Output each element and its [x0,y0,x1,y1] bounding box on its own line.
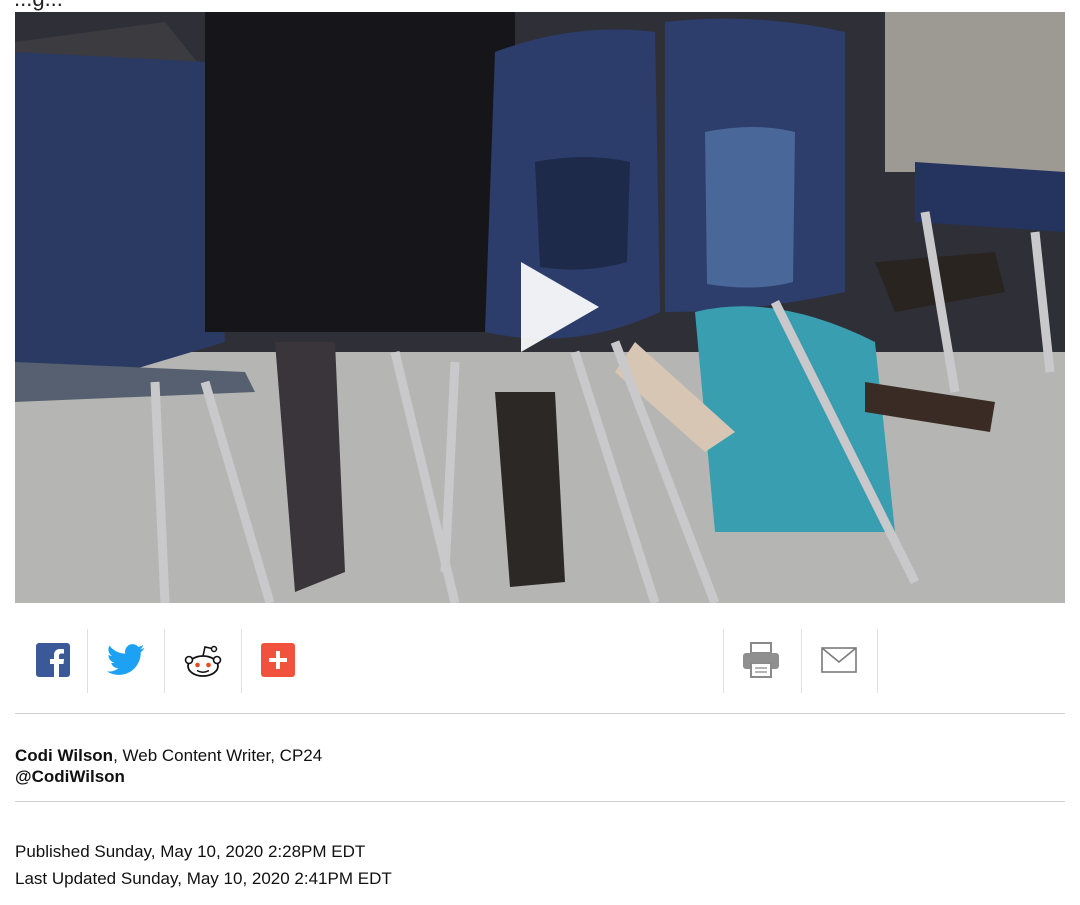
divider-bottom [15,801,1065,802]
reddit-icon [184,645,222,677]
author-title: , Web Content Writer, CP24 [113,746,323,765]
twitter-icon [107,644,145,675]
email-icon [821,647,857,673]
print-button[interactable] [723,627,799,693]
reddit-share-button[interactable] [165,627,241,693]
author-twitter-handle[interactable]: @CodiWilson [15,767,125,786]
facebook-share-button[interactable] [15,627,91,693]
updated-date: Last Updated Sunday, May 10, 2020 2:41PM… [15,869,392,888]
facebook-icon [36,643,70,677]
twitter-share-button[interactable] [88,627,164,693]
plus-icon [261,643,295,677]
divider-top [15,713,1065,714]
email-button[interactable] [801,627,877,693]
share-toolbar [15,627,1065,693]
author-byline: Codi Wilson, Web Content Writer, CP24 @C… [15,745,322,787]
author-line: Codi Wilson, Web Content Writer, CP24 [15,745,322,766]
more-share-button[interactable] [240,627,316,693]
cutoff-heading: ...g... [14,0,63,12]
video-player[interactable] [15,12,1065,603]
play-button[interactable] [507,262,607,352]
print-icon [743,642,779,678]
divider [877,629,878,693]
published-date: Published Sunday, May 10, 2020 2:28PM ED… [15,842,366,861]
author-name[interactable]: Codi Wilson [15,746,113,765]
play-icon [521,262,599,352]
article-dates: Published Sunday, May 10, 2020 2:28PM ED… [15,838,392,892]
